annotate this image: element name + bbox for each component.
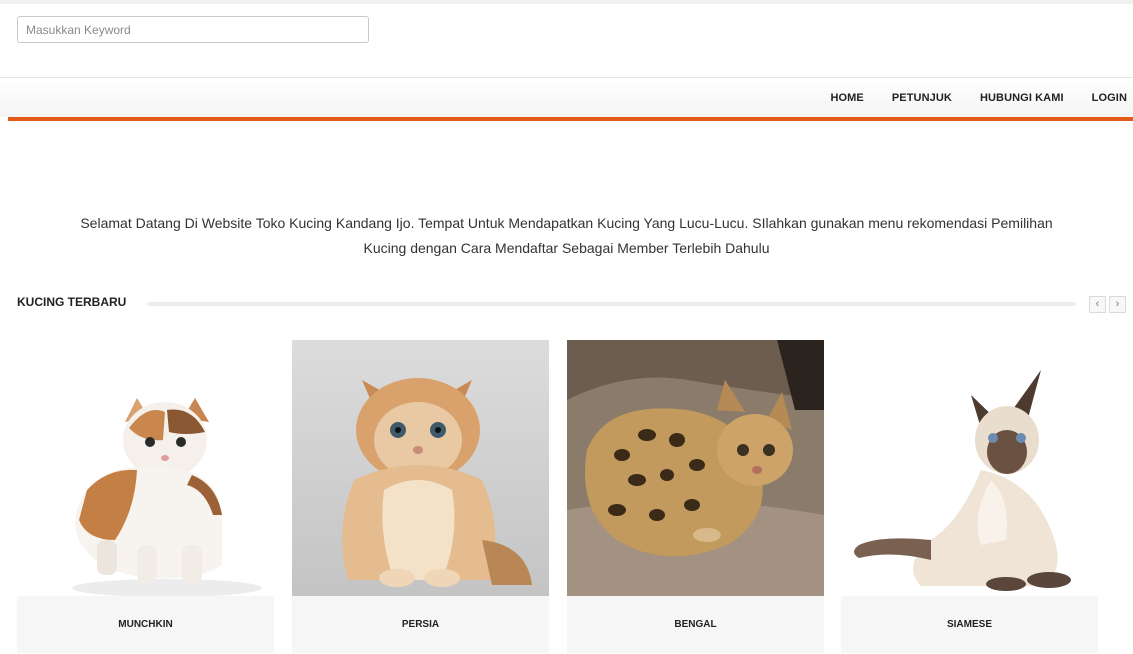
welcome-message: Selamat Datang Di Website Toko Kucing Ka…: [20, 211, 1113, 261]
cat-image-persia[interactable]: [292, 340, 549, 596]
main-navbar: HOME PETUNJUK HUBUNGI KAMI LOGIN: [0, 77, 1133, 117]
nav-item-home[interactable]: HOME: [830, 92, 863, 104]
search-input[interactable]: [17, 16, 369, 43]
cat-name-siamese[interactable]: SIAMESE: [841, 596, 1098, 653]
cat-image-siamese[interactable]: [841, 340, 1098, 596]
cat-card-persia[interactable]: PERSIA: [292, 340, 549, 653]
top-border: [0, 0, 1133, 4]
nav-item-login[interactable]: LOGIN: [1092, 92, 1127, 104]
nav-item-hubungi-kami[interactable]: HUBUNGI KAMI: [980, 92, 1064, 104]
chevron-left-icon[interactable]: ‹: [1089, 296, 1106, 313]
section-title: KUCING TERBARU: [17, 295, 139, 309]
cat-card-munchkin[interactable]: MUNCHKIN: [17, 340, 274, 653]
cat-image-bengal[interactable]: [567, 340, 824, 596]
cat-image-munchkin[interactable]: [17, 340, 274, 596]
cat-name-persia[interactable]: PERSIA: [292, 596, 549, 653]
chevron-right-icon[interactable]: ›: [1109, 296, 1126, 313]
nav-accent-bar: [8, 117, 1133, 121]
cat-name-munchkin[interactable]: MUNCHKIN: [17, 596, 274, 653]
cat-card-bengal[interactable]: BENGAL: [567, 340, 824, 653]
nav-menu: HOME PETUNJUK HUBUNGI KAMI LOGIN: [802, 78, 1133, 118]
nav-item-petunjuk[interactable]: PETUNJUK: [892, 92, 952, 104]
section-divider: [147, 302, 1076, 306]
cat-name-bengal[interactable]: BENGAL: [567, 596, 824, 653]
cat-card-siamese[interactable]: SIAMESE: [841, 340, 1098, 653]
section-header: KUCING TERBARU ‹ ›: [17, 293, 1128, 315]
welcome-line-1: Selamat Datang Di Website Toko Kucing Ka…: [80, 215, 1053, 231]
welcome-line-2: Kucing dengan Cara Mendaftar Sebagai Mem…: [363, 240, 770, 256]
